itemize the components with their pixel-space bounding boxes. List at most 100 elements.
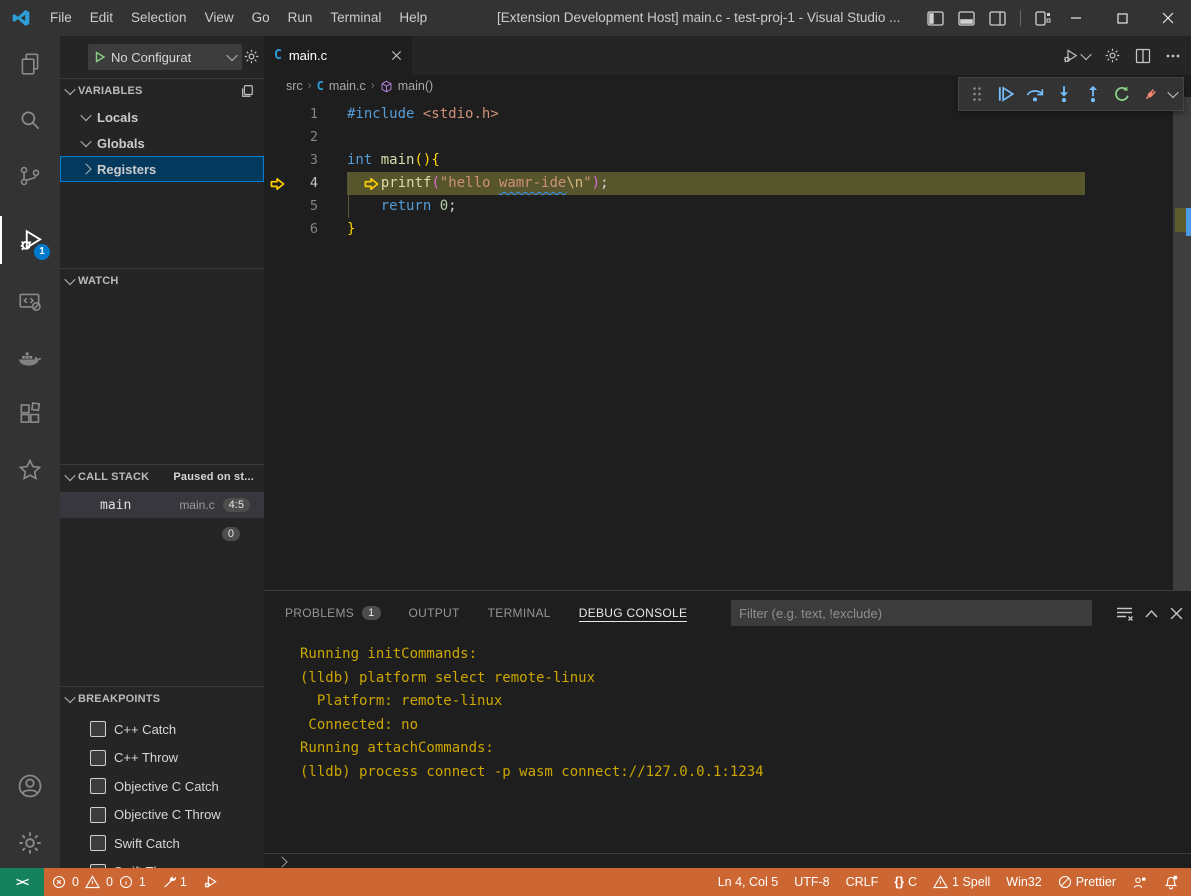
sidebar-item-source-control[interactable] — [0, 152, 60, 200]
cursor-position[interactable]: Ln 4, Col 5 — [710, 868, 786, 896]
sidebar-item-search[interactable] — [0, 96, 60, 144]
account-button[interactable] — [0, 762, 60, 810]
toolbar-drag-handle[interactable] — [965, 81, 988, 107]
console-filter-input[interactable] — [731, 600, 1092, 626]
manage-button[interactable] — [0, 819, 60, 867]
breakpoint-row[interactable]: C++ Throw — [60, 745, 264, 771]
tab-output[interactable]: OUTPUT — [409, 606, 460, 622]
tab-terminal[interactable]: TERMINAL — [488, 606, 551, 622]
tab-main-c[interactable]: C main.c — [264, 36, 412, 75]
variables-scope-registers[interactable]: Registers — [60, 156, 264, 182]
breakpoint-checkbox[interactable] — [90, 835, 106, 851]
breakpoint-checkbox[interactable] — [90, 778, 106, 794]
breakpoint-gutter[interactable] — [264, 195, 290, 218]
step-over-button[interactable] — [1023, 81, 1046, 107]
clear-console-icon[interactable] — [1116, 606, 1133, 621]
breakpoint-row[interactable]: C++ Catch — [60, 716, 264, 742]
toggle-secondary-sidebar-icon[interactable] — [989, 11, 1006, 26]
code-text[interactable]: return 0; — [347, 195, 457, 218]
toggle-sidebar-icon[interactable] — [927, 11, 944, 26]
close-button[interactable] — [1145, 0, 1191, 36]
stack-frame-row[interactable]: main main.c 4:5 — [60, 492, 264, 518]
formatter-status[interactable]: Prettier — [1050, 868, 1124, 896]
call-stack-section-header[interactable]: CALL STACK Paused on st... — [60, 464, 264, 488]
variables-scope-locals[interactable]: Locals — [60, 104, 264, 130]
customize-layout-icon[interactable] — [1035, 11, 1051, 26]
code-text[interactable]: } — [347, 218, 355, 241]
breakpoint-checkbox[interactable] — [90, 721, 106, 737]
tab-problems[interactable]: PROBLEMS 1 — [285, 606, 381, 622]
remote-indicator[interactable]: >< — [0, 868, 44, 896]
sidebar-item-star[interactable] — [0, 446, 60, 494]
split-editor-icon[interactable] — [1135, 48, 1151, 64]
encoding-indicator[interactable]: UTF-8 — [786, 868, 837, 896]
breakpoint-gutter[interactable] — [264, 149, 290, 172]
notifications-button[interactable] — [1155, 868, 1191, 896]
code-text[interactable]: printf("hello wamr-ide\n"); — [347, 172, 1085, 195]
sidebar-item-docker[interactable] — [0, 334, 60, 382]
language-mode[interactable]: {} C — [886, 868, 925, 896]
ports-status[interactable]: 1 — [154, 868, 195, 896]
code-editor[interactable]: 1#include <stdio.h>23int main(){4 printf… — [264, 97, 1191, 590]
debug-console-output[interactable]: Running initCommands:(lldb) platform sel… — [300, 643, 764, 784]
watch-section-header[interactable]: WATCH — [60, 268, 264, 292]
settings-gear-icon[interactable] — [1104, 47, 1121, 64]
step-out-button[interactable] — [1082, 81, 1105, 107]
step-into-button[interactable] — [1052, 81, 1075, 107]
sidebar-item-explorer[interactable] — [0, 40, 60, 88]
breakpoint-gutter[interactable] — [264, 126, 290, 149]
restart-button[interactable] — [1111, 81, 1134, 107]
menu-help[interactable]: Help — [390, 0, 436, 36]
menu-selection[interactable]: Selection — [122, 0, 196, 36]
breadcrumb-folder[interactable]: src — [286, 79, 303, 93]
close-tab-icon[interactable] — [391, 50, 402, 61]
feedback-button[interactable] — [1124, 868, 1155, 896]
toggle-panel-icon[interactable] — [958, 11, 975, 26]
breakpoint-checkbox[interactable] — [90, 750, 106, 766]
problems-status[interactable]: 0 0 1 — [44, 868, 154, 896]
continue-button[interactable] — [994, 81, 1017, 107]
breakpoint-checkbox[interactable] — [90, 807, 106, 823]
breakpoint-row[interactable]: Objective C Throw — [60, 802, 264, 828]
spell-checker-status[interactable]: 1 Spell — [925, 868, 998, 896]
run-or-debug-button[interactable] — [1062, 47, 1090, 65]
menu-edit[interactable]: Edit — [81, 0, 122, 36]
variables-scope-globals[interactable]: Globals — [60, 130, 264, 156]
console-line: Connected: no — [300, 714, 764, 738]
breakpoint-row[interactable]: Swift Catch — [60, 830, 264, 856]
editor-scrollbar[interactable] — [1173, 97, 1191, 590]
menu-go[interactable]: Go — [243, 0, 279, 36]
code-text[interactable]: int main(){ — [347, 149, 440, 172]
menu-view[interactable]: View — [196, 0, 243, 36]
debug-configuration-dropdown[interactable]: No Configurat — [88, 44, 242, 70]
menu-run[interactable]: Run — [279, 0, 322, 36]
breadcrumb-file[interactable]: main.c — [329, 79, 366, 93]
breakpoints-section-header[interactable]: BREAKPOINTS — [60, 686, 264, 710]
close-panel-icon[interactable] — [1170, 607, 1183, 620]
maximize-panel-icon[interactable] — [1145, 609, 1158, 618]
chevron-down-icon[interactable] — [1167, 87, 1178, 98]
copy-icon[interactable] — [240, 84, 254, 98]
minimize-button[interactable] — [1053, 0, 1099, 36]
breakpoint-gutter[interactable] — [264, 103, 290, 126]
code-text[interactable]: #include <stdio.h> — [347, 103, 499, 126]
debug-status[interactable] — [195, 868, 227, 896]
breakpoint-gutter[interactable] — [264, 218, 290, 241]
menu-file[interactable]: File — [41, 0, 81, 36]
sidebar-item-run-and-debug[interactable]: 1 — [0, 216, 62, 264]
eol-indicator[interactable]: CRLF — [838, 868, 887, 896]
sidebar-item-remote-explorer[interactable] — [0, 278, 60, 326]
tab-debug-console[interactable]: DEBUG CONSOLE — [579, 606, 688, 622]
maximize-button[interactable] — [1099, 0, 1145, 36]
disconnect-button[interactable] — [1140, 81, 1163, 107]
debug-current-line-gutter-arrow[interactable] — [264, 172, 290, 195]
breakpoint-row[interactable]: Swift Throw — [60, 859, 264, 869]
menu-terminal[interactable]: Terminal — [321, 0, 390, 36]
more-actions-icon[interactable] — [1165, 48, 1181, 64]
breadcrumb-symbol[interactable]: main() — [398, 79, 433, 93]
sidebar-item-extensions[interactable] — [0, 390, 60, 438]
variables-section-header[interactable]: VARIABLES — [60, 78, 264, 102]
breakpoint-row[interactable]: Objective C Catch — [60, 773, 264, 799]
launch-settings-gear-icon[interactable] — [243, 48, 260, 65]
platform-indicator[interactable]: Win32 — [998, 868, 1049, 896]
